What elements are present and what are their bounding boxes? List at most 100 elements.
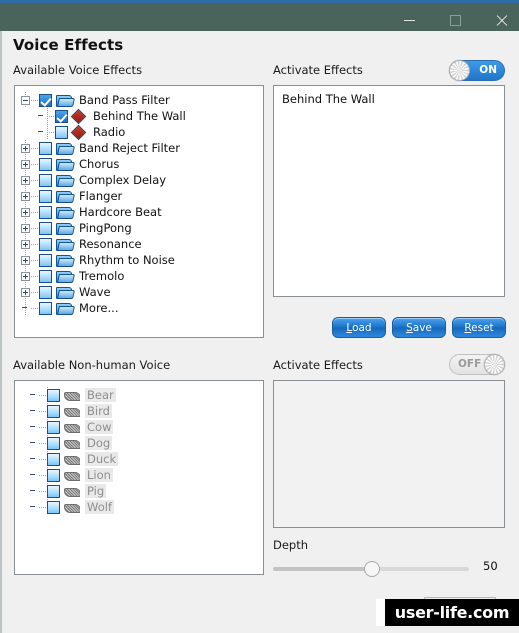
tree-connector-dots [31,99,38,101]
tree-row[interactable]: Bear [15,387,263,403]
tree-item-checkbox[interactable] [39,93,52,107]
tree-item-label: Duck [85,452,119,466]
tree-row[interactable]: Tremolo [15,268,263,284]
tree-item-checkbox[interactable] [39,189,52,203]
tree-row[interactable]: Cow [15,419,263,435]
tree-row[interactable]: Wave [15,284,263,300]
expand-icon[interactable] [21,207,30,217]
tree-row[interactable]: Lion [15,467,263,483]
tree-row[interactable]: Hardcore Beat [15,204,263,220]
tree-connector-dots [31,243,38,245]
tree-item-label: Band Reject Filter [79,141,180,155]
tree-row[interactable]: Complex Delay [15,172,263,188]
tree-connector-dots [31,307,38,309]
tree-row[interactable]: Band Reject Filter [15,140,263,156]
tree-item-checkbox[interactable] [47,452,60,466]
tree-item-checkbox[interactable] [39,285,52,299]
tree-item-checkbox[interactable] [39,237,52,251]
animal-icon [64,454,80,465]
tree-item-checkbox[interactable] [47,500,60,514]
save-button[interactable]: Save [392,317,446,338]
tree-item-checkbox[interactable] [55,125,68,139]
tree-row[interactable]: PingPong [15,220,263,236]
label-activate-effects-bottom: Activate Effects [273,358,363,372]
expand-icon[interactable] [21,175,30,185]
tree-row[interactable]: Wolf [15,499,263,515]
tree-row[interactable]: Band Pass Filter [15,92,263,108]
tree-row[interactable]: Flanger [15,188,263,204]
depth-slider-fill [273,567,371,571]
expand-icon[interactable] [21,143,30,153]
depth-slider-thumb[interactable] [364,561,380,577]
activate-effects-list-bottom[interactable] [273,380,505,528]
tree-row[interactable]: Rhythm to Noise [15,252,263,268]
tree-item-checkbox[interactable] [47,436,60,450]
expand-icon[interactable] [21,287,30,297]
tree-connector-dots [39,474,46,476]
effects-power-toggle[interactable]: ON [449,60,505,81]
voice-effects-tree[interactable]: Band Pass Filter Behind The Wall Radio Band… [14,85,264,338]
tree-item-checkbox[interactable] [39,157,52,171]
diamond-icon [72,126,86,139]
tree-row[interactable]: Resonance [15,236,263,252]
tree-item-checkbox[interactable] [39,221,52,235]
minimize-icon [403,19,415,21]
tree-item-checkbox[interactable] [39,301,52,315]
expand-icon[interactable] [21,271,30,281]
tree-item-checkbox[interactable] [47,388,60,402]
tree-connector [47,108,48,124]
tree-connector-dots [39,394,46,396]
expand-icon[interactable] [21,191,30,201]
label-depth: Depth [273,538,309,552]
close-button[interactable] [478,6,519,34]
window-left-edge [0,31,2,633]
tree-row[interactable]: Radio [15,124,263,140]
depth-slider-value: 50 [483,559,498,573]
tree-row[interactable]: Pig [15,483,263,499]
collapse-icon[interactable] [21,95,30,105]
load-button[interactable]: Load [332,317,386,338]
tree-spacer [29,407,38,416]
maximize-button[interactable] [432,6,478,34]
tree-item-checkbox[interactable] [39,173,52,187]
toggle-knob-icon [449,60,470,81]
close-icon [495,14,508,27]
expand-icon[interactable] [21,223,30,233]
activate-list-item[interactable]: Behind The Wall [274,86,504,106]
tree-row[interactable]: Bird [15,403,263,419]
expand-icon[interactable] [21,255,30,265]
tree-row[interactable]: More... [15,300,263,316]
window-titlebar[interactable] [0,3,519,31]
tree-row[interactable]: Dog [15,435,263,451]
tree-item-label: Wave [79,285,111,299]
activate-effects-list-top[interactable]: Behind The Wall [273,85,505,297]
tree-item-checkbox[interactable] [39,269,52,283]
folder-icon [56,174,72,187]
tree-item-checkbox[interactable] [55,109,68,123]
tree-row[interactable]: Chorus [15,156,263,172]
expand-icon[interactable] [21,159,30,169]
minimize-button[interactable] [386,6,432,34]
animal-icon [64,438,80,449]
tree-connector-dots [31,211,38,213]
tree-connector-dots [31,179,38,181]
folder-icon [56,94,72,107]
folder-icon [56,142,72,155]
tree-item-checkbox[interactable] [47,468,60,482]
tree-item-checkbox[interactable] [47,404,60,418]
tree-spacer [37,112,46,121]
non-human-power-toggle[interactable]: OFF [449,354,505,375]
tree-connector-dots [31,227,38,229]
reset-button[interactable]: Reset [452,317,506,338]
tree-item-checkbox[interactable] [47,484,60,498]
non-human-voice-tree[interactable]: Bear Bird Cow Dog Duck Lion Pig Wolf [14,380,264,575]
tree-item-checkbox[interactable] [47,420,60,434]
tree-item-checkbox[interactable] [39,141,52,155]
expand-icon[interactable] [21,239,30,249]
tree-item-label: Flanger [79,189,123,203]
tree-item-checkbox[interactable] [39,253,52,267]
tree-row[interactable]: Behind The Wall [15,108,263,124]
tree-row[interactable]: Duck [15,451,263,467]
tree-item-checkbox[interactable] [39,205,52,219]
depth-slider[interactable] [273,561,469,577]
